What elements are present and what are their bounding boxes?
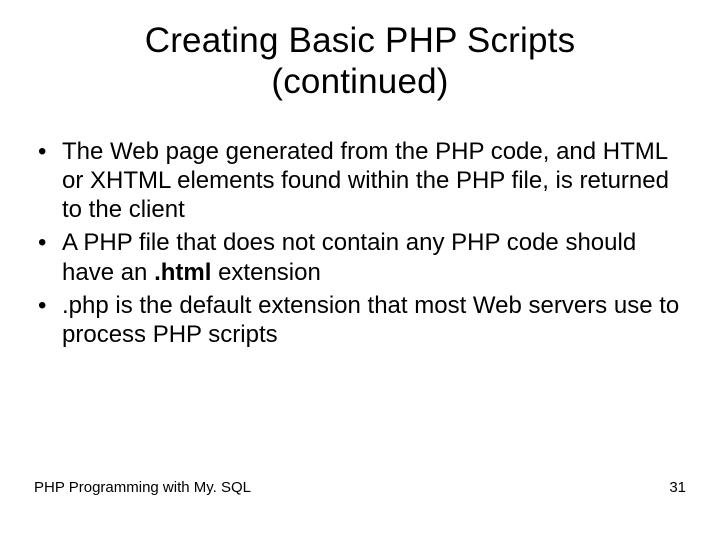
bullet-text: .php is the default extension that most … [62, 292, 679, 348]
title-line-2: (continued) [271, 62, 448, 101]
bullet-text-post: extension [211, 259, 320, 286]
slide-body: The Web page generated from the PHP code… [0, 103, 720, 350]
bullet-text: The Web page generated from the PHP code… [62, 138, 669, 224]
bullet-list: The Web page generated from the PHP code… [34, 137, 686, 350]
slide-footer: PHP Programming with My. SQL 31 [34, 479, 686, 496]
slide: Creating Basic PHP Scripts (continued) T… [0, 0, 720, 540]
list-item: A PHP file that does not contain any PHP… [34, 228, 686, 287]
title-line-1: Creating Basic PHP Scripts [145, 21, 576, 60]
list-item: The Web page generated from the PHP code… [34, 137, 686, 225]
footer-left: PHP Programming with My. SQL [34, 479, 251, 496]
bullet-text-bold: .html [154, 259, 211, 286]
slide-title: Creating Basic PHP Scripts (continued) [0, 0, 720, 103]
bullet-text-pre: A PHP file that does not contain any PHP… [62, 229, 636, 285]
list-item: .php is the default extension that most … [34, 291, 686, 350]
page-number: 31 [669, 479, 686, 496]
